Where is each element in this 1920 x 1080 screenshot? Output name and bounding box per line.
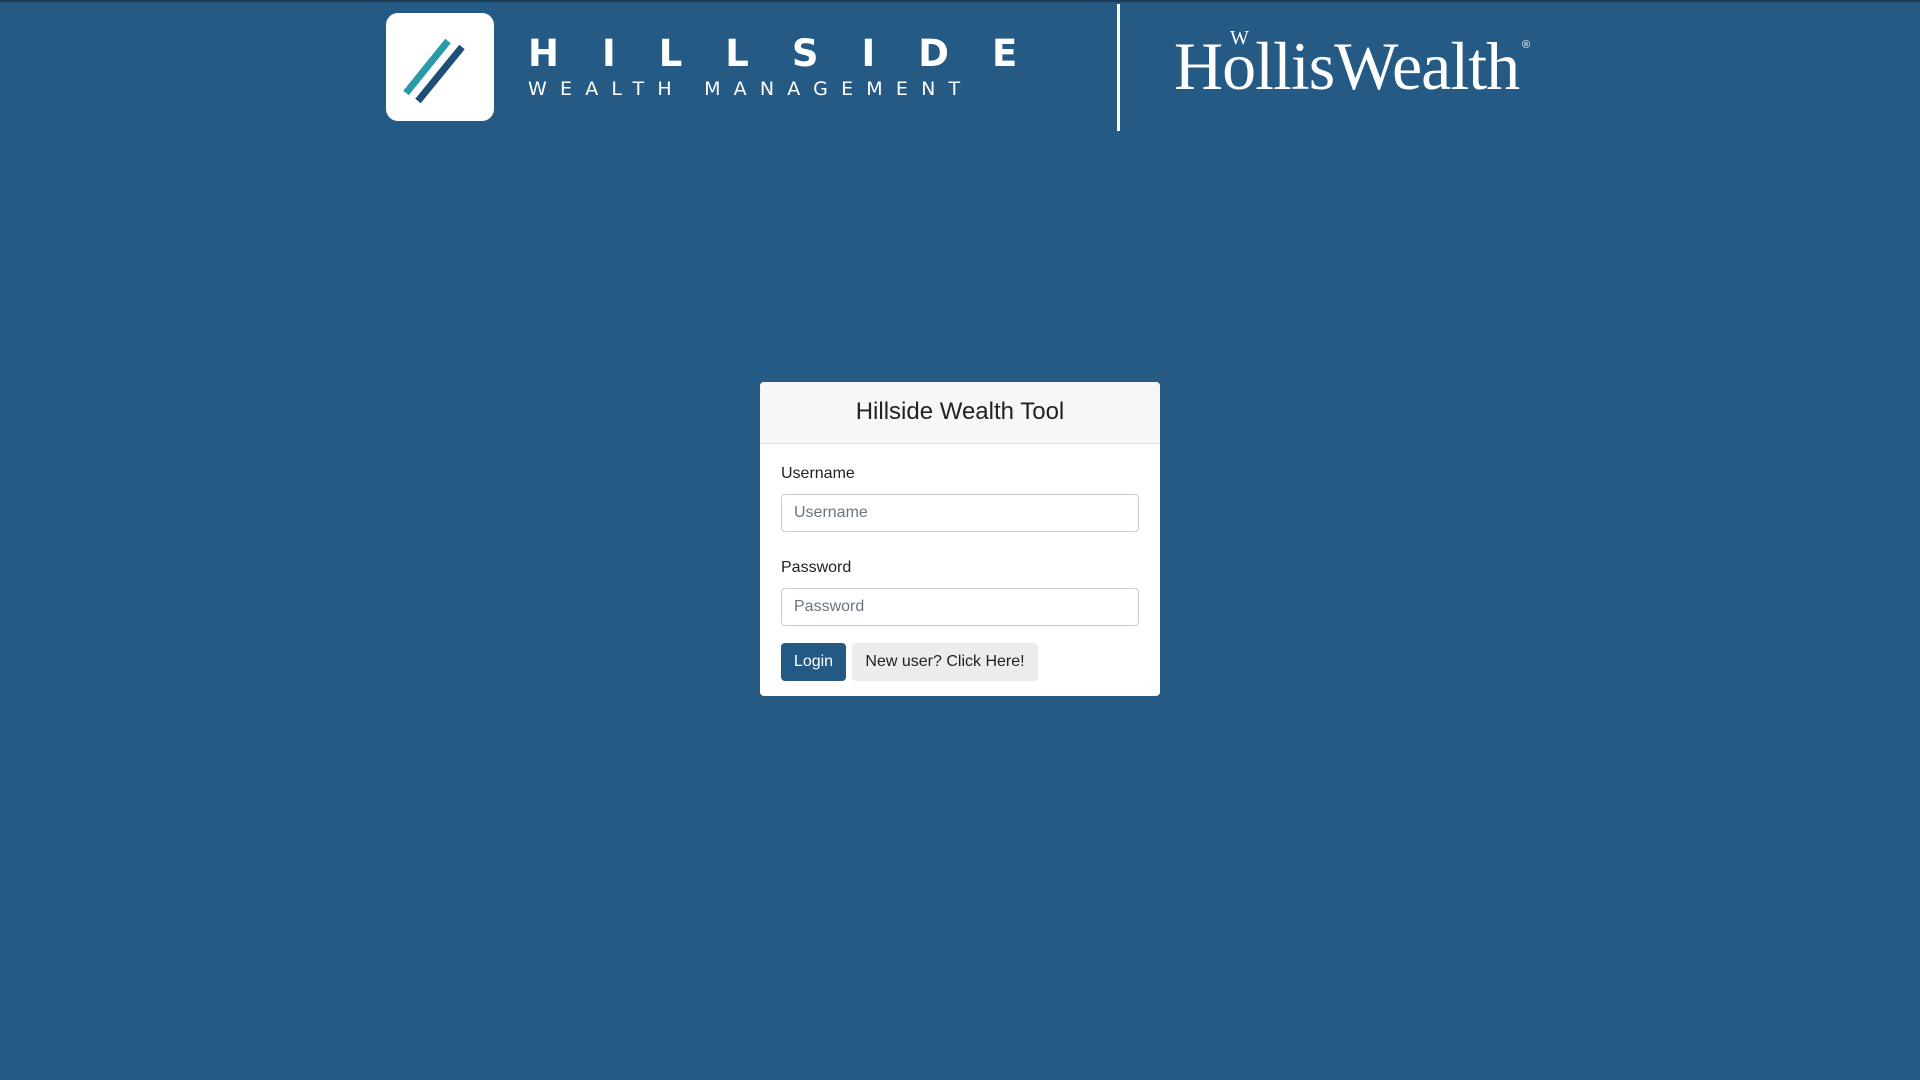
brand-name: HILLSIDE	[528, 32, 1061, 75]
brand-subtitle: WEALTH MANAGEMENT	[528, 78, 974, 100]
password-label: Password	[781, 559, 852, 576]
form-actions: Login New user? Click Here!	[781, 643, 1139, 681]
partner-logo: W HollisWealth ®	[1174, 20, 1554, 110]
login-card: Hillside Wealth Tool Username Password L…	[760, 382, 1160, 696]
login-title: Hillside Wealth Tool	[855, 398, 1065, 425]
hillside-logo-icon	[386, 13, 494, 121]
header-divider	[1117, 4, 1120, 131]
login-card-header: Hillside Wealth Tool	[760, 382, 1160, 444]
login-button[interactable]: Login	[781, 643, 846, 681]
page-header: HILLSIDE WEALTH MANAGEMENT W HollisWealt…	[0, 0, 1920, 140]
username-input[interactable]	[781, 494, 1139, 532]
new-user-button[interactable]: New user? Click Here!	[852, 643, 1038, 681]
brand-wordmark: HILLSIDE WEALTH MANAGEMENT	[528, 32, 1048, 108]
login-form: Username Password Login New user? Click …	[760, 444, 1160, 681]
partner-name: HollisWealth	[1174, 28, 1520, 104]
registered-mark: ®	[1522, 39, 1531, 51]
username-label: Username	[781, 465, 855, 482]
password-input[interactable]	[781, 588, 1139, 626]
